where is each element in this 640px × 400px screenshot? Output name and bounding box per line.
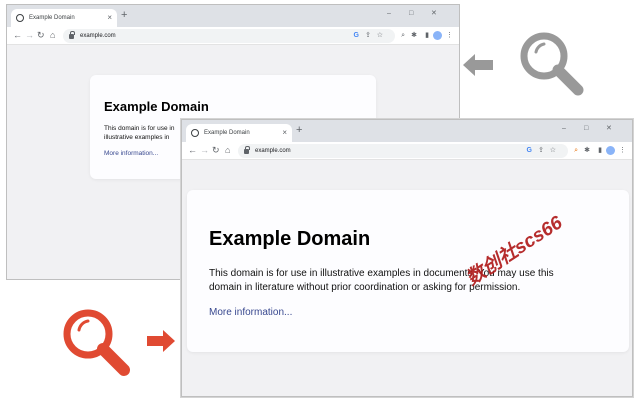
tab-example-domain[interactable]: Example Domain × (11, 9, 117, 27)
menu-icon[interactable]: ⋮ (619, 146, 626, 155)
forward-icon[interactable]: → (25, 30, 34, 41)
bookmark-star-icon[interactable]: ☆ (550, 146, 556, 155)
new-tab-button[interactable]: + (121, 10, 127, 21)
globe-icon (16, 14, 24, 22)
zoom-icon[interactable]: ⌕ (401, 31, 405, 40)
share-icon[interactable]: ⇪ (538, 146, 544, 155)
tab-title: Example Domain (204, 130, 250, 136)
minimize-icon[interactable]: – (562, 125, 566, 132)
arrow-left-icon (463, 54, 493, 76)
globe-icon (191, 129, 199, 137)
page-body-text: This domain is for use in illustrative e… (209, 268, 554, 293)
tab-strip: Example Domain × + – □ ✕ (7, 5, 459, 27)
minimize-icon[interactable]: – (387, 10, 391, 17)
address-bar[interactable]: example.com (63, 29, 395, 43)
magnifier-icon (520, 32, 584, 96)
side-panel-icon[interactable]: ▮ (425, 31, 429, 40)
menu-icon[interactable]: ⋮ (446, 31, 453, 40)
extensions-icon[interactable]: ✱ (411, 31, 417, 40)
profile-avatar-icon[interactable] (606, 146, 615, 155)
side-panel-icon[interactable]: ▮ (598, 146, 602, 155)
close-icon[interactable]: × (282, 129, 287, 137)
page-viewport: Example Domain This domain is for use in… (182, 161, 632, 396)
url-text: example.com (80, 33, 116, 39)
more-information-link[interactable]: More information... (209, 307, 292, 318)
toolbar: ← → ↻ ⌂ example.com G ⇪ ☆ ⌕ ✱ ▮ ⋮ (182, 142, 632, 160)
promo-canvas: Example Domain × + – □ ✕ ← → ↻ ⌂ example… (0, 0, 640, 400)
toolbar: ← → ↻ ⌂ example.com G ⇪ ☆ ⌕ ✱ ▮ ⋮ (7, 27, 459, 45)
address-bar[interactable]: example.com (238, 144, 568, 158)
page-heading: Example Domain (104, 99, 209, 114)
url-text: example.com (255, 148, 291, 154)
google-icon[interactable]: G (527, 146, 532, 155)
lock-icon (69, 30, 75, 39)
browser-window-large: Example Domain × + – □ ✕ ← → ↻ ⌂ example… (181, 119, 633, 397)
more-information-link[interactable]: More information... (104, 150, 158, 157)
extensions-icon[interactable]: ✱ (584, 146, 590, 155)
close-window-icon[interactable]: ✕ (606, 125, 612, 132)
profile-avatar-icon[interactable] (433, 31, 442, 40)
reload-icon[interactable]: ↻ (37, 30, 45, 41)
close-window-icon[interactable]: ✕ (431, 10, 437, 17)
forward-icon[interactable]: → (200, 145, 209, 156)
share-icon[interactable]: ⇪ (365, 31, 371, 40)
tab-title: Example Domain (29, 15, 75, 21)
lock-icon (244, 145, 250, 154)
google-icon[interactable]: G (354, 31, 359, 40)
home-icon[interactable]: ⌂ (50, 30, 55, 41)
maximize-icon[interactable]: □ (584, 125, 588, 132)
new-tab-button[interactable]: + (296, 125, 302, 136)
arrow-right-icon (147, 330, 175, 352)
tab-strip: Example Domain × + – □ ✕ (182, 120, 632, 142)
close-icon[interactable]: × (107, 14, 112, 22)
back-icon[interactable]: ← (188, 145, 197, 156)
magnifier-icon (63, 309, 130, 376)
tab-example-domain[interactable]: Example Domain × (186, 124, 292, 142)
reload-icon[interactable]: ↻ (212, 145, 220, 156)
maximize-icon[interactable]: □ (409, 10, 413, 17)
zoom-icon[interactable]: ⌕ (574, 146, 578, 155)
home-icon[interactable]: ⌂ (225, 145, 230, 156)
bookmark-star-icon[interactable]: ☆ (377, 31, 383, 40)
back-icon[interactable]: ← (13, 30, 22, 41)
